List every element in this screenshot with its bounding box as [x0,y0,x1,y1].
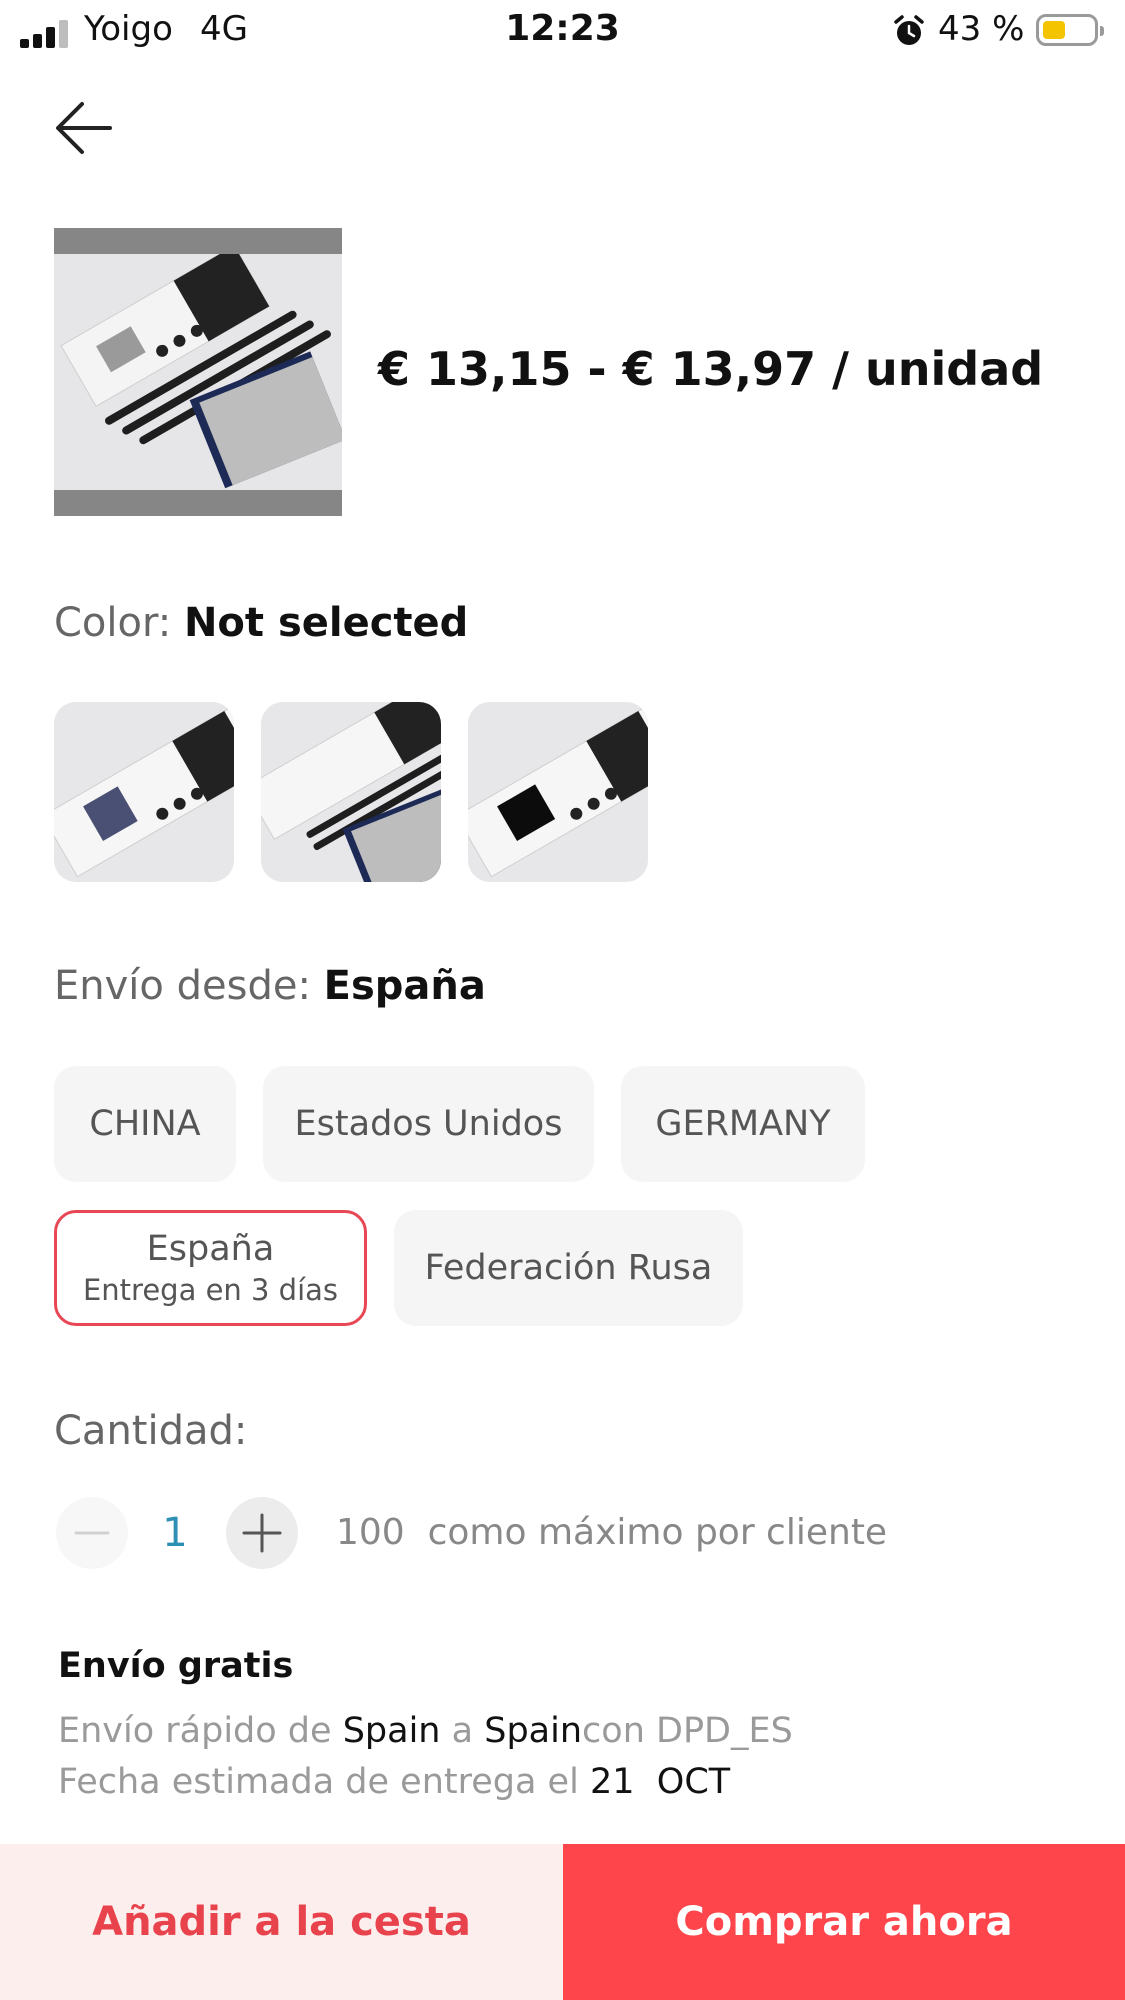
quantity-increase-button[interactable] [226,1497,298,1569]
color-swatch-1[interactable] [54,702,234,882]
ship-option-label: CHINA [89,1104,201,1144]
minus-icon [74,1531,110,1535]
shipping-route: Envío rápido de Spain a Spaincon DPD_ES [58,1711,793,1751]
price-range: € 13,15 - € 13,97 / unidad [378,342,1044,396]
route-origin: Spain [342,1711,441,1751]
quantity-value[interactable]: 1 [160,1510,190,1556]
battery-percent: 43 % [938,9,1025,49]
product-image[interactable] [54,228,342,516]
color-swatch-3[interactable] [468,702,648,882]
buy-now-label: Comprar ahora [675,1899,1013,1945]
color-label: Color: [54,600,172,646]
route-carrier: con DPD_ES [582,1711,793,1751]
plus-icon [242,1513,282,1553]
ship-from-label-row: Envío desde: España [54,963,486,1009]
ship-option-label: España [146,1229,275,1269]
eta-month: OCT [656,1762,731,1802]
quantity-max-text: como máximo por cliente [427,1512,888,1553]
color-swatch-2[interactable] [261,702,441,882]
quantity-max-note: 100 como máximo por cliente [336,1512,887,1553]
ship-option-label: Federación Rusa [424,1248,713,1288]
add-to-cart-button[interactable]: Añadir a la cesta [0,1844,563,2000]
color-label-row: Color: Not selected [54,600,468,646]
add-to-cart-label: Añadir a la cesta [92,1899,471,1945]
ship-option-label: GERMANY [655,1104,831,1144]
shipping-eta: Fecha estimada de entrega el 21 OCT [58,1762,730,1802]
ship-option-delivery: Entrega en 3 días [82,1273,339,1307]
route-prefix: Envío rápido de [58,1711,332,1751]
battery-level [1043,21,1065,39]
alarm-icon [894,15,924,45]
battery-icon [1036,14,1104,46]
ship-option-germany[interactable]: GERMANY [621,1066,865,1182]
ship-option-russia[interactable]: Federación Rusa [394,1210,743,1326]
route-destination: Spain [484,1711,583,1751]
quantity-max-number: 100 [336,1512,405,1553]
color-value: Not selected [183,600,469,646]
ship-option-label: Estados Unidos [294,1104,563,1144]
buy-now-button[interactable]: Comprar ahora [563,1844,1125,2000]
eta-day: 21 [589,1762,635,1802]
back-arrow-icon[interactable] [52,96,116,160]
status-bar: Yoigo 4G 12:23 43 % [0,0,1125,64]
ship-option-china[interactable]: CHINA [54,1066,236,1182]
eta-prefix: Fecha estimada de entrega el [58,1762,579,1802]
ship-option-usa[interactable]: Estados Unidos [263,1066,594,1182]
shipping-title: Envío gratis [58,1646,294,1686]
quantity-decrease-button[interactable] [56,1497,128,1569]
quantity-label: Cantidad: [54,1408,248,1454]
ship-from-value: España [323,963,486,1009]
ship-from-label: Envío desde: [54,963,311,1009]
route-mid: a [451,1711,474,1751]
ship-option-spain[interactable]: España Entrega en 3 días [54,1210,367,1326]
